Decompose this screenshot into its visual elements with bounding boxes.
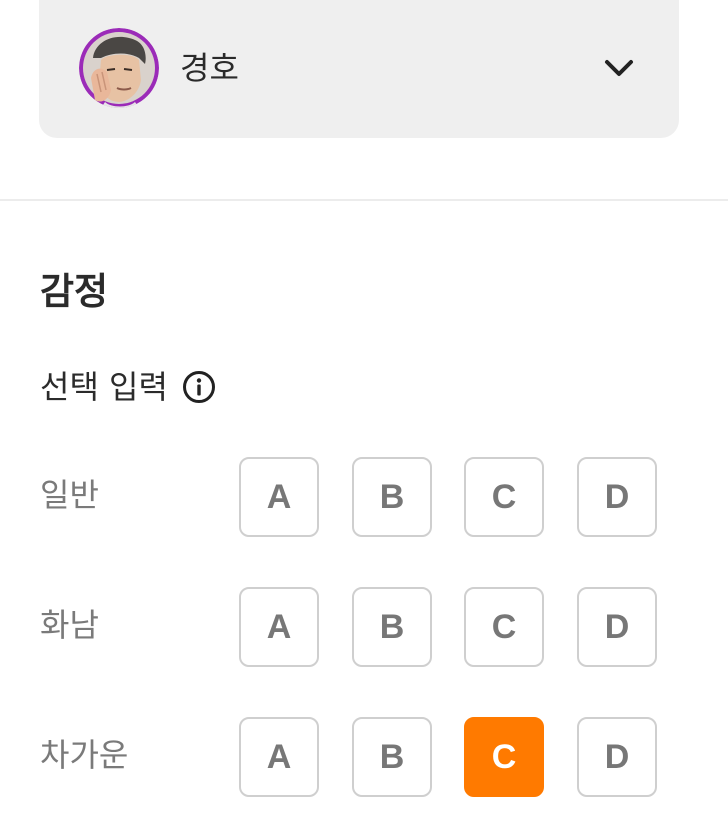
option-a-button[interactable]: A bbox=[239, 457, 319, 537]
section-divider bbox=[0, 199, 728, 201]
emotion-row-cold: 차가운 A B C D bbox=[40, 717, 680, 797]
option-b-button[interactable]: B bbox=[352, 717, 432, 797]
option-d-button[interactable]: D bbox=[577, 457, 657, 537]
emotion-row-label: 차가운 bbox=[40, 736, 129, 774]
character-name: 경호 bbox=[180, 49, 239, 87]
option-c-button[interactable]: C bbox=[464, 457, 544, 537]
avatar bbox=[79, 28, 159, 108]
option-b-button[interactable]: B bbox=[352, 587, 432, 667]
option-c-button[interactable]: C bbox=[464, 717, 544, 797]
option-a-button[interactable]: A bbox=[239, 717, 319, 797]
emotion-row-angry: 화남 A B C D bbox=[40, 587, 680, 667]
emotion-row-label: 화남 bbox=[40, 606, 99, 644]
emotion-row-normal: 일반 A B C D bbox=[40, 457, 680, 537]
input-mode-label: 선택 입력 bbox=[40, 368, 168, 406]
info-icon[interactable] bbox=[182, 370, 216, 404]
option-a-button[interactable]: A bbox=[239, 587, 319, 667]
option-d-button[interactable]: D bbox=[577, 717, 657, 797]
option-b-button[interactable]: B bbox=[352, 457, 432, 537]
character-select-dropdown[interactable]: 경호 bbox=[39, 0, 679, 138]
option-d-button[interactable]: D bbox=[577, 587, 657, 667]
section-title-emotion: 감정 bbox=[40, 270, 109, 313]
input-mode-row: 선택 입력 bbox=[40, 366, 216, 408]
option-c-button[interactable]: C bbox=[464, 587, 544, 667]
chevron-down-icon[interactable] bbox=[601, 52, 637, 84]
emotion-row-label: 일반 bbox=[40, 476, 99, 514]
